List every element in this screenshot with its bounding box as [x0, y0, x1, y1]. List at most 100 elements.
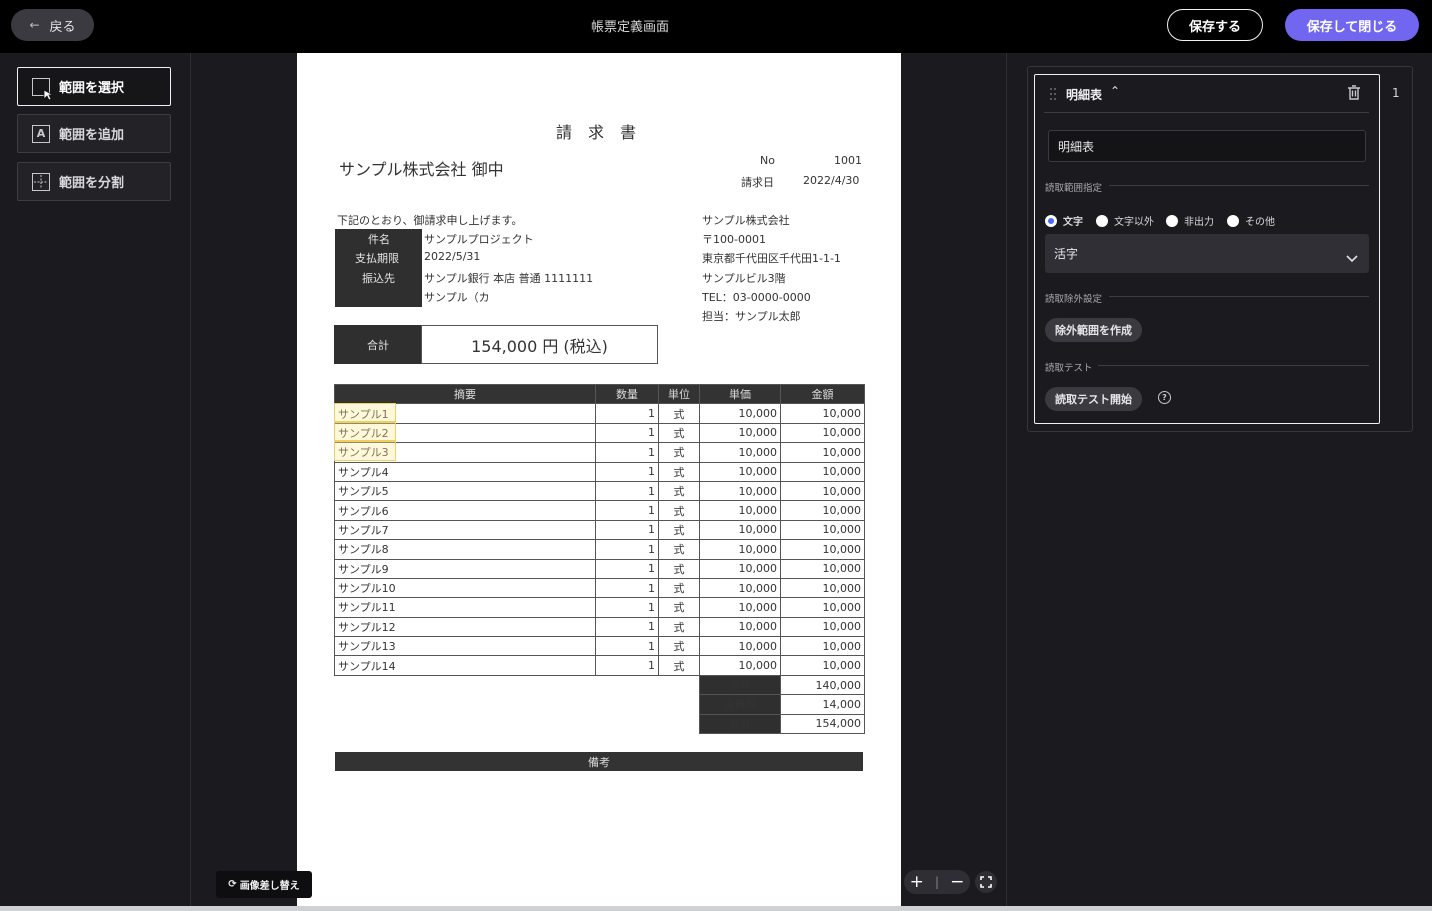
table-cell: 式 [658, 422, 700, 444]
table-cell: 1 [595, 500, 659, 521]
table-cell: 10,000 [780, 539, 865, 560]
radio-text[interactable]: 文字 [1045, 213, 1083, 228]
table-cell: サンプル10 [334, 577, 596, 599]
info-value: サンプル銀行 本店 普通 1111111 [424, 272, 594, 285]
table-cell: 1 [595, 461, 659, 482]
highlight-region[interactable] [334, 422, 396, 441]
table-cell: 10,000 [780, 577, 865, 599]
zoom-in-icon[interactable]: + [910, 872, 924, 892]
total-value: 154,000 円 (税込) [421, 325, 658, 364]
table-cell: 10,000 [780, 403, 865, 424]
fit-screen-icon[interactable] [975, 871, 997, 893]
table-row: サンプル7 1 式 10,000 10,000 [334, 519, 865, 541]
table-cell: 式 [658, 480, 700, 502]
invoice-page[interactable]: 請 求 書 サンプル株式会社 御中 No 1001 請求日 2022/4/30 … [297, 53, 901, 906]
table-cell: 10,000 [699, 480, 781, 502]
region-card-title: 明細表 [1066, 88, 1103, 102]
table-cell: 式 [658, 616, 700, 638]
add-region-button[interactable]: A 範囲を追加 [17, 114, 171, 153]
doc-title: 請 求 書 [556, 123, 637, 142]
zoom-out-icon[interactable]: − [950, 872, 964, 892]
collapse-chevron-icon[interactable]: ⌃ [1110, 84, 1120, 98]
save-and-close-button[interactable]: 保存して閉じる [1285, 9, 1419, 41]
table-cell: 式 [658, 577, 700, 599]
radio-label: 文字 [1063, 217, 1083, 228]
table-cell: 式 [658, 636, 700, 657]
table-cell: 式 [658, 403, 700, 424]
table-cell: 10,000 [780, 422, 865, 444]
table-cell: 式 [658, 519, 700, 541]
table-cell: 10,000 [699, 616, 781, 638]
table-cell: 式 [658, 461, 700, 482]
company-line: サンプルビル3階 [702, 272, 786, 285]
table-cell: サンプル11 [334, 597, 596, 618]
radio-dot [1227, 214, 1239, 227]
summary-row: 消費税 14,000 [335, 694, 865, 715]
table-row: サンプル6 1 式 10,000 10,000 [334, 500, 865, 521]
highlight-region[interactable] [334, 403, 396, 422]
column-header: 金額 [780, 383, 865, 405]
save-button[interactable]: 保存する [1167, 9, 1263, 41]
table-cell: 1 [595, 480, 659, 502]
info-label: 支払期限 [355, 252, 399, 265]
radio-no-output[interactable]: 非出力 [1166, 213, 1214, 228]
radio-other[interactable]: その他 [1227, 213, 1275, 228]
table-cell: サンプル5 [334, 480, 596, 502]
table-cell: 式 [658, 500, 700, 521]
doc-no-value: 1001 [834, 154, 862, 167]
table-cell: 10,000 [699, 655, 781, 676]
add-region-icon: A [32, 124, 50, 143]
doc-date-label: 請求日 [741, 176, 774, 189]
exclude-label: 読取除外設定 [1045, 294, 1103, 305]
help-icon[interactable]: ? [1158, 391, 1171, 404]
table-cell: 式 [658, 597, 700, 618]
table-row: サンプル10 1 式 10,000 10,000 [334, 577, 865, 599]
summary-value: 140,000 [780, 674, 865, 696]
zoom-divider: | [934, 875, 939, 889]
table-cell: 1 [595, 616, 659, 638]
table-row: サンプル14 1 式 10,000 10,000 [334, 655, 865, 676]
start-test-button[interactable]: 読取テスト開始 [1045, 387, 1142, 411]
table-cell: 1 [595, 539, 659, 560]
select-region-icon [32, 77, 55, 101]
highlight-region[interactable] [334, 441, 396, 461]
read-range-label: 読取範囲指定 [1045, 183, 1103, 194]
table-cell: サンプル9 [334, 558, 596, 579]
radio-non-text[interactable]: 文字以外 [1096, 213, 1154, 228]
table-cell: サンプル4 [334, 461, 596, 482]
table-cell: 式 [658, 539, 700, 560]
table-cell: 10,000 [699, 577, 781, 599]
drag-handle-icon[interactable] [1049, 86, 1057, 105]
font-type-select[interactable]: 活字 [1045, 234, 1369, 273]
section-divider [1109, 185, 1369, 186]
doc-no-label: No [760, 154, 775, 167]
table-row: サンプル9 1 式 10,000 10,000 [334, 558, 865, 579]
bottom-bar [0, 906, 1432, 911]
summary-row: 合計 154,000 [335, 713, 865, 735]
table-cell: 式 [658, 442, 700, 463]
table-cell: 10,000 [780, 558, 865, 579]
document-canvas[interactable]: 請 求 書 サンプル株式会社 御中 No 1001 請求日 2022/4/30 … [191, 53, 1006, 906]
info-label: 件名 [368, 233, 390, 246]
total-label: 合計 [334, 325, 422, 364]
select-region-button[interactable]: 範囲を選択 [17, 67, 171, 106]
table-cell: 10,000 [780, 500, 865, 521]
info-value: 2022/5/31 [424, 250, 481, 263]
table-cell: 10,000 [699, 636, 781, 657]
delete-icon[interactable] [1347, 85, 1361, 105]
table-row: サンプル2 1 式 10,000 10,000 [334, 422, 865, 444]
table-cell: 10,000 [699, 403, 781, 424]
column-header: 数量 [595, 383, 659, 405]
replace-image-button[interactable]: ⟳ 画像差し替え [216, 871, 312, 898]
summary-spacer [335, 695, 700, 714]
create-exclude-button[interactable]: 除外範囲を作成 [1045, 318, 1142, 342]
region-name-input[interactable]: 明細表 [1048, 130, 1366, 162]
split-region-icon [32, 172, 50, 191]
table-cell: 10,000 [780, 461, 865, 482]
table-row: サンプル13 1 式 10,000 10,000 [334, 636, 865, 657]
summary-row: 小計 140,000 [335, 674, 865, 696]
table-row: サンプル12 1 式 10,000 10,000 [334, 616, 865, 638]
table-cell: 10,000 [699, 597, 781, 618]
split-region-button[interactable]: 範囲を分割 [17, 162, 171, 201]
section-divider [1098, 365, 1369, 366]
